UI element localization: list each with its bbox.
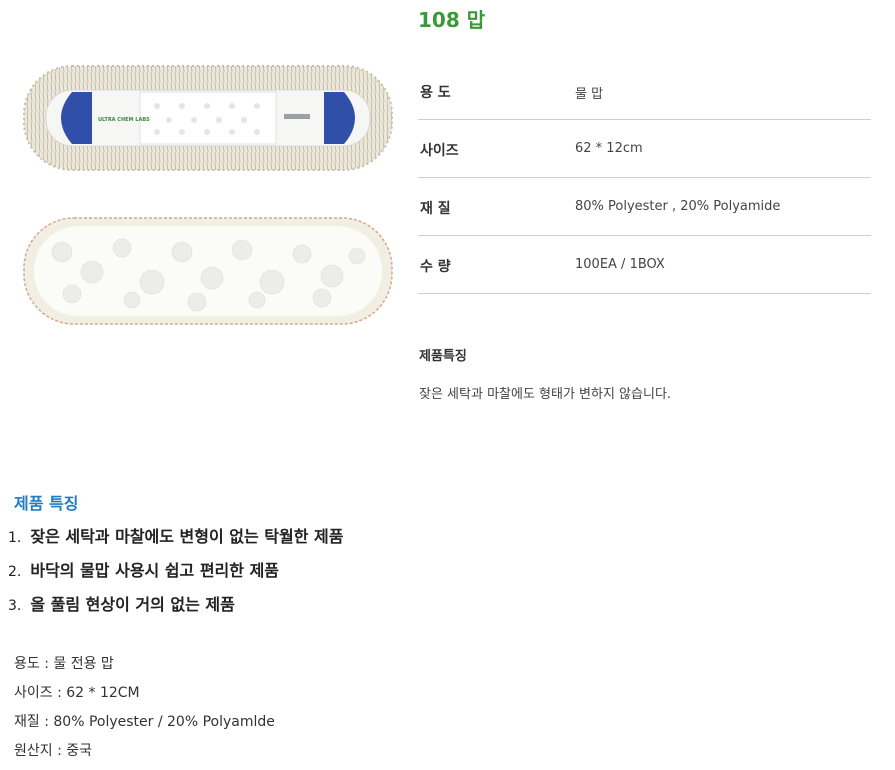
spec-label: 재 질 xyxy=(420,201,451,217)
spec-row-quantity: 수 량 100EA / 1BOX xyxy=(418,236,871,294)
list-item: 3. 올 풀림 현상이 거의 없는 제품 xyxy=(8,591,343,625)
list-item: 1. 잦은 세탁과 마찰에도 변형이 없는 탁월한 제품 xyxy=(8,523,343,557)
list-item-number: 3. xyxy=(8,598,22,614)
info-material: 재질 : 80% Polyester / 20% Polyamlde xyxy=(14,714,275,730)
section-title: 제품 특징 xyxy=(14,494,79,513)
info-usage: 용도 : 물 전용 맙 xyxy=(14,656,114,672)
info-size: 사이즈 : 62 * 12CM xyxy=(14,685,140,701)
spec-row-material: 재 질 80% Polyester , 20% Polyamide xyxy=(418,178,871,236)
spec-value: 62 * 12cm xyxy=(575,141,643,156)
mop-top-image: ULTRA CHEM LABS xyxy=(23,65,393,171)
list-item-text: 잦은 세탁과 마찰에도 변형이 없는 탁월한 제품 xyxy=(30,527,344,546)
spec-label: 용 도 xyxy=(420,85,451,101)
spec-row-usage: 용 도 물 맙 xyxy=(418,62,871,120)
list-item: 2. 바닥의 물맙 사용시 쉽고 편리한 제품 xyxy=(8,557,343,591)
spec-label: 수 량 xyxy=(420,259,451,275)
feature-text: 잦은 세탁과 마찰에도 형태가 변하지 않습니다. xyxy=(419,387,672,402)
spec-row-size: 사이즈 62 * 12cm xyxy=(418,120,871,178)
list-item-text: 올 풀림 현상이 거의 없는 제품 xyxy=(30,595,235,614)
spec-value: 80% Polyester , 20% Polyamide xyxy=(575,199,781,214)
info-origin: 원산지 : 중국 xyxy=(14,743,93,759)
product-title: 108 맙 xyxy=(418,8,486,32)
list-item-text: 바닥의 물맙 사용시 쉽고 편리한 제품 xyxy=(30,561,280,580)
mop-bottom-image xyxy=(23,217,393,325)
info-block: 용도 : 물 전용 맙 사이즈 : 62 * 12CM 재질 : 80% Pol… xyxy=(14,653,275,769)
spec-table: 용 도 물 맙 사이즈 62 * 12cm 재 질 80% Polyester … xyxy=(418,62,871,294)
feature-list: 1. 잦은 세탁과 마찰에도 변형이 없는 탁월한 제품 2. 바닥의 물맙 사… xyxy=(8,523,343,625)
list-item-number: 1. xyxy=(8,530,22,546)
spec-value: 100EA / 1BOX xyxy=(575,257,665,272)
feature-heading: 제품특징 xyxy=(419,349,467,364)
list-item-number: 2. xyxy=(8,564,22,580)
spec-value: 물 맙 xyxy=(575,87,604,102)
spec-label: 사이즈 xyxy=(420,143,459,159)
mop-brand-logo: ULTRA CHEM LABS xyxy=(98,117,150,123)
